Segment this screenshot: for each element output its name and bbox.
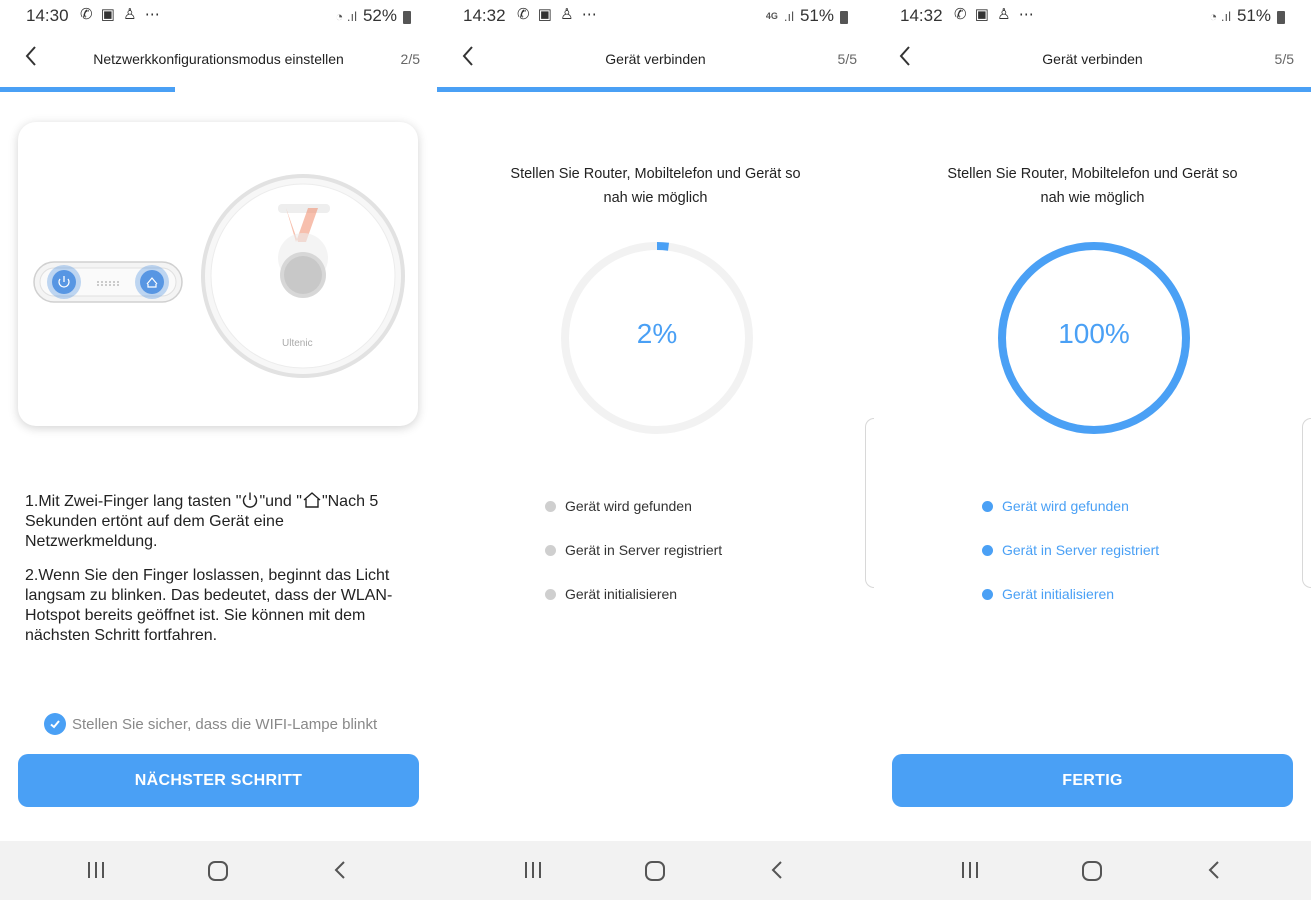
instruction-1-part-b: "und "	[259, 493, 302, 510]
battery-percent: 52%	[362, 6, 397, 25]
notification-icons: ✆ ▣ ♙ ⋯	[954, 6, 1036, 23]
recent-apps-icon[interactable]	[960, 860, 980, 880]
home-symbol-icon	[303, 492, 321, 508]
offscreen-panel-edge	[865, 418, 874, 588]
home-nav-icon[interactable]	[207, 860, 229, 882]
step-status-dot	[545, 544, 556, 556]
step-label: Gerät wird gefunden	[565, 498, 692, 514]
screen-network-mode: 14:30 ✆ ▣ ♙ ⋯ ◔ .ıl 52% Netzwerkkonfigur…	[0, 0, 437, 900]
step-progress-fill	[0, 87, 175, 92]
step-progress-fill	[437, 87, 874, 92]
instruction-step-1: 1.Mit Zwei-Finger lang tasten " "und " "Na…	[25, 491, 420, 552]
step-status-dot	[982, 544, 993, 556]
step-progress-bar	[874, 87, 1311, 92]
wifi-signal-icon: ◔ .ıl	[335, 8, 357, 24]
status-time: 14:30	[26, 6, 69, 25]
power-symbol-icon	[243, 492, 258, 508]
step-item: Gerät initialisieren	[982, 582, 1159, 606]
step-item: Gerät in Server registriert	[982, 538, 1159, 562]
step-item: Gerät wird gefunden	[545, 494, 722, 518]
system-nav-bar	[0, 841, 437, 900]
battery-percent: 51%	[799, 6, 834, 25]
hint-line-2: nah wie möglich	[603, 190, 708, 206]
notification-icons: ✆ ▣ ♙ ⋯	[80, 6, 162, 23]
status-time: 14:32	[463, 6, 506, 25]
instruction-step-2: 2.Wenn Sie den Finger loslassen, beginnt…	[25, 567, 393, 644]
status-bar: 14:32 ✆ ▣ ♙ ⋯ 4G .ıl 51%	[437, 0, 874, 32]
percent-label: 100%	[1058, 318, 1130, 349]
top-nav: Gerät verbinden 5/5	[437, 34, 874, 84]
connection-steps: Gerät wird gefunden Gerät in Server regi…	[982, 494, 1159, 626]
step-status-dot	[982, 500, 993, 512]
wifi-lamp-confirm[interactable]: Stellen Sie sicher, dass die WIFI-Lampe …	[44, 713, 377, 735]
back-arrow-icon[interactable]	[455, 42, 483, 70]
screen-connect-complete: 14:32 ✆ ▣ ♙ ⋯ ◔ .ıl 51% Gerät verbinden …	[874, 0, 1311, 900]
back-arrow-icon[interactable]	[18, 42, 46, 70]
notification-icons: ✆ ▣ ♙ ⋯	[517, 6, 599, 23]
status-time: 14:32	[900, 6, 943, 25]
step-status-dot	[982, 588, 993, 600]
hint-line-2: nah wie möglich	[1040, 190, 1145, 206]
back-nav-icon[interactable]	[332, 860, 348, 880]
step-progress-fill	[874, 87, 1311, 92]
top-nav: Netzwerkkonfigurationsmodus einstellen 2…	[0, 34, 437, 84]
step-status-dot	[545, 588, 556, 600]
instruction-1-part-a: 1.Mit Zwei-Finger lang tasten "	[25, 493, 242, 510]
battery-icon	[1277, 10, 1285, 24]
recent-apps-icon[interactable]	[523, 860, 543, 880]
back-arrow-icon[interactable]	[892, 42, 920, 70]
battery-icon	[403, 10, 411, 24]
step-counter: 2/5	[400, 51, 420, 67]
step-label: Gerät in Server registriert	[1002, 542, 1160, 558]
proximity-hint: Stellen Sie Router, Mobiltelefon und Ger…	[904, 162, 1281, 210]
back-nav-icon[interactable]	[769, 860, 785, 880]
wifi-signal-icon: ◔ .ıl	[1209, 8, 1231, 24]
step-label: Gerät initialisieren	[565, 586, 678, 602]
step-counter: 5/5	[1274, 51, 1294, 67]
device-brand-text: Ultenic	[282, 338, 313, 349]
step-counter: 5/5	[837, 51, 857, 67]
screen-connect-in-progress: 14:32 ✆ ▣ ♙ ⋯ 4G .ıl 51% Gerät verbinden…	[437, 0, 874, 900]
status-bar: 14:32 ✆ ▣ ♙ ⋯ ◔ .ıl 51%	[874, 0, 1311, 32]
status-bar: 14:30 ✆ ▣ ♙ ⋯ ◔ .ıl 52%	[0, 0, 437, 32]
network-type: 4G	[765, 11, 778, 21]
connection-steps: Gerät wird gefunden Gerät in Server regi…	[545, 494, 722, 626]
system-nav-bar	[437, 841, 874, 900]
system-nav-bar	[874, 841, 1311, 900]
home-nav-icon[interactable]	[1081, 860, 1103, 882]
page-title: Netzwerkkonfigurationsmodus einstellen	[93, 51, 344, 67]
top-nav: Gerät verbinden 5/5	[874, 34, 1311, 84]
page-title: Gerät verbinden	[605, 51, 706, 67]
step-label: Gerät in Server registriert	[565, 542, 723, 558]
back-nav-icon[interactable]	[1206, 860, 1222, 880]
home-nav-icon[interactable]	[644, 860, 666, 882]
offscreen-panel-edge	[1302, 418, 1311, 588]
battery-icon	[840, 10, 848, 24]
battery-percent: 51%	[1236, 6, 1271, 25]
step-item: Gerät in Server registriert	[545, 538, 722, 562]
step-item: Gerät wird gefunden	[982, 494, 1159, 518]
robot-vacuum-illustration: Ultenic	[33, 174, 405, 378]
step-progress-bar	[437, 87, 874, 92]
checkbox-checked-icon[interactable]	[44, 713, 66, 735]
step-status-dot	[545, 500, 556, 512]
proximity-hint: Stellen Sie Router, Mobiltelefon und Ger…	[467, 162, 844, 210]
recent-apps-icon[interactable]	[86, 860, 106, 880]
next-step-button[interactable]: NÄCHSTER SCHRITT	[18, 754, 419, 807]
hint-line-1: Stellen Sie Router, Mobiltelefon und Ger…	[510, 166, 801, 182]
step-label: Gerät initialisieren	[1002, 586, 1115, 602]
step-progress-bar	[0, 87, 437, 92]
cell-signal-icon: .ıl	[783, 8, 794, 24]
step-item: Gerät initialisieren	[545, 582, 722, 606]
step-label: Gerät wird gefunden	[1002, 498, 1129, 514]
finish-button[interactable]: FERTIG	[892, 754, 1293, 807]
confirm-label: Stellen Sie sicher, dass die WIFI-Lampe …	[72, 715, 378, 733]
device-illustration-card: Ultenic	[18, 122, 418, 426]
percent-label: 2%	[636, 318, 678, 349]
hint-line-1: Stellen Sie Router, Mobiltelefon und Ger…	[947, 166, 1238, 182]
page-title: Gerät verbinden	[1042, 51, 1143, 67]
